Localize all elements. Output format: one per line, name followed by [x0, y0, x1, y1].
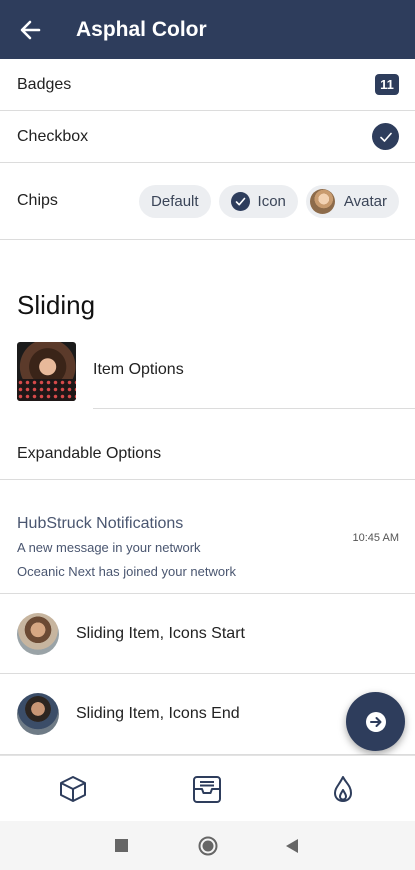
notification-line: A new message in your network — [17, 540, 201, 555]
avatar — [17, 693, 59, 735]
chip-label: Icon — [257, 192, 286, 210]
circle-icon — [198, 836, 218, 856]
tab-flame[interactable] — [326, 772, 360, 806]
thumbnail-image — [17, 342, 76, 401]
chip-label: Avatar — [343, 192, 387, 210]
chips-label: Chips — [17, 192, 58, 209]
toolbar: Asphal Color — [0, 0, 415, 59]
page-title: Asphal Color — [76, 17, 207, 41]
checkbox-row: Checkbox — [0, 111, 415, 163]
check-icon — [230, 191, 250, 211]
notification-time: 10:45 AM — [352, 532, 399, 544]
divider — [93, 408, 415, 409]
avatar — [17, 612, 59, 655]
count-badge: 11 — [375, 74, 399, 95]
back-button[interactable] — [0, 0, 60, 59]
notification-item[interactable]: HubStruck Notifications A new message in… — [0, 479, 415, 594]
avatar — [309, 188, 335, 214]
chip-avatar[interactable]: Avatar — [305, 184, 399, 218]
chips-row: Chips Default Icon Avatar — [0, 163, 415, 240]
checkbox[interactable] — [372, 123, 399, 150]
arrow-left-icon — [20, 20, 41, 39]
arrow-right-circle-icon — [365, 711, 386, 732]
item-options-row[interactable]: Item Options — [17, 342, 415, 409]
home-button[interactable] — [198, 836, 218, 856]
check-icon — [379, 132, 392, 142]
notification-title: HubStruck Notifications — [17, 515, 184, 532]
system-navigation-bar — [0, 821, 415, 870]
expandable-options-row[interactable]: Expandable Options — [0, 428, 415, 480]
cube-icon — [60, 776, 86, 802]
fab-button[interactable] — [346, 692, 405, 751]
chip-label: Default — [151, 192, 199, 210]
tab-bar — [0, 755, 415, 821]
expandable-options-label: Expandable Options — [17, 445, 162, 462]
item-options-label: Item Options — [93, 361, 184, 378]
chip-group: Default Icon Avatar — [139, 184, 399, 218]
sliding-item-label: Sliding Item, Icons Start — [76, 624, 245, 642]
square-icon — [115, 839, 128, 852]
badges-label: Badges — [17, 75, 72, 93]
tab-cube[interactable] — [56, 772, 90, 806]
flame-icon — [334, 776, 352, 802]
recents-button[interactable] — [115, 839, 128, 852]
triangle-back-icon — [286, 839, 298, 853]
sliding-item-icons-start[interactable]: Sliding Item, Icons Start — [0, 594, 415, 674]
tab-inbox[interactable] — [190, 772, 224, 806]
chip-default[interactable]: Default — [139, 184, 211, 218]
badges-row: Badges 11 — [0, 59, 415, 111]
checkbox-label: Checkbox — [17, 127, 89, 145]
notification-line: Oceanic Next has joined your network — [17, 564, 236, 579]
inbox-icon — [193, 776, 221, 803]
back-nav-button[interactable] — [285, 838, 299, 854]
section-title-sliding: Sliding — [17, 290, 96, 320]
chip-icon[interactable]: Icon — [218, 184, 298, 218]
